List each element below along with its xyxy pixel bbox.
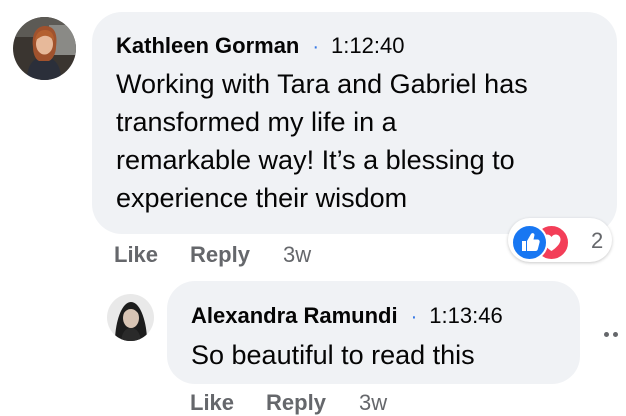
comment-bubble: Kathleen Gorman · 1:12:40 Working with T…	[92, 12, 617, 234]
like-button[interactable]: Like	[190, 390, 234, 416]
avatar[interactable]	[107, 294, 154, 341]
ellipsis-dot	[613, 332, 618, 337]
comment-text-line: So beautiful to read this	[191, 340, 475, 370]
like-button[interactable]: Like	[114, 242, 158, 268]
reply-button[interactable]: Reply	[190, 242, 250, 268]
comment-text-line: Working with Tara and Gabriel has	[116, 69, 528, 99]
comment-timestamp[interactable]: 1:12:40	[331, 33, 404, 59]
comment-age[interactable]: 3w	[283, 242, 311, 268]
reaction-summary[interactable]: 2	[508, 218, 616, 264]
separator-dot: ·	[410, 306, 418, 328]
comment-thread: Kathleen Gorman · 1:12:40 Working with T…	[0, 0, 626, 416]
comment-text-line: remarkable way! It’s a blessing to	[116, 145, 515, 175]
reply-bubble: Alexandra Ramundi · 1:13:46 So beautiful…	[167, 281, 580, 384]
comment-actions: Like Reply 3w	[190, 390, 387, 416]
thumbs-up-icon	[511, 224, 548, 261]
comment-header: Alexandra Ramundi · 1:13:46	[191, 303, 503, 329]
avatar-photo-alexandra	[107, 294, 154, 341]
comment-text: So beautiful to read this	[191, 336, 475, 374]
reaction-count: 2	[591, 228, 604, 253]
comment-author[interactable]: Kathleen Gorman	[116, 33, 299, 59]
comment-header: Kathleen Gorman · 1:12:40	[116, 33, 404, 59]
avatar[interactable]	[13, 17, 76, 80]
separator-dot: ·	[312, 36, 320, 58]
comment-text-line: transformed my life in a	[116, 107, 397, 137]
comment-text-line: experience their wisdom	[116, 183, 408, 213]
comment-author[interactable]: Alexandra Ramundi	[191, 303, 398, 329]
ellipsis-dot	[604, 332, 609, 337]
comment-age[interactable]: 3w	[359, 390, 387, 416]
reply-button[interactable]: Reply	[266, 390, 326, 416]
comment-actions: Like Reply 3w	[114, 242, 311, 268]
comment-timestamp[interactable]: 1:13:46	[429, 303, 502, 329]
avatar-photo-kathleen	[13, 17, 76, 80]
comment-text: Working with Tara and Gabriel has transf…	[116, 65, 528, 217]
more-options-icon[interactable]	[602, 330, 622, 340]
